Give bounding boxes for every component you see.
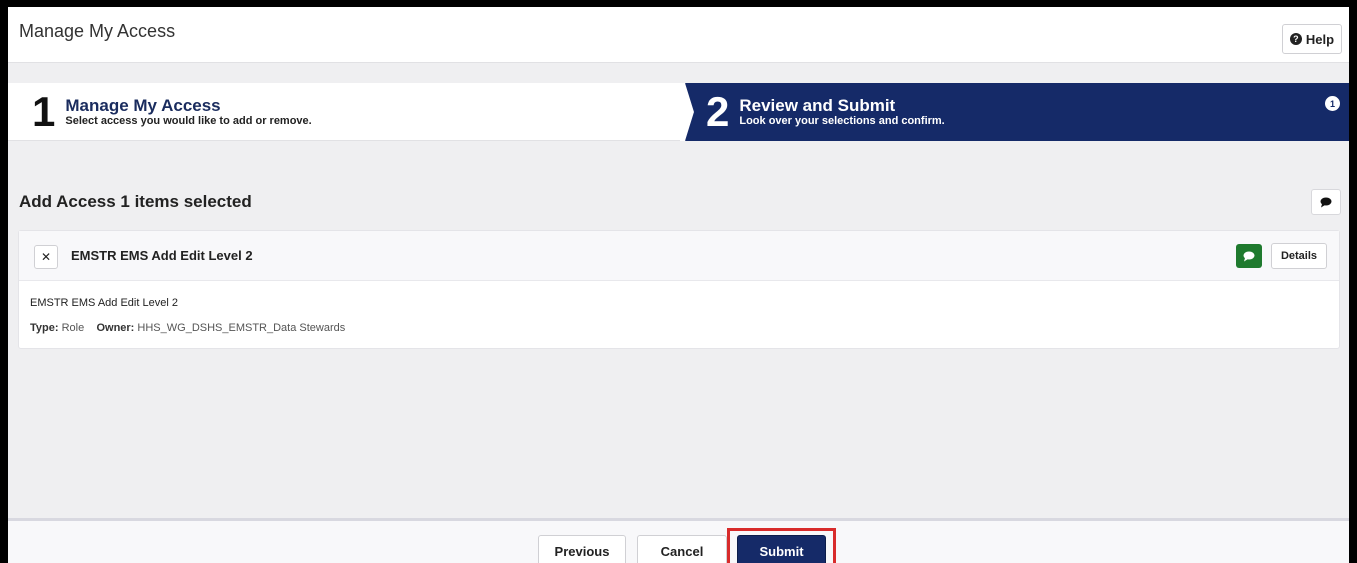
app-frame: Manage My Access ? Help 1 Manage My Acce… (8, 7, 1349, 563)
selection-count-badge: 1 (1325, 96, 1340, 111)
help-label: Help (1305, 31, 1335, 47)
owner-value: HHS_WG_DSHS_EMSTR_Data Stewards (137, 322, 346, 334)
step-subtitle: Look over your selections and confirm. (739, 114, 945, 127)
step-title: Review and Submit (739, 95, 896, 115)
section-title: Add Access 1 items selected (19, 192, 252, 211)
step-manage-access[interactable]: 1 Manage My Access Select access you wou… (8, 83, 680, 141)
step-arrow-icon (680, 83, 696, 141)
footer-bar: Previous Cancel Submit (8, 518, 1349, 563)
step-title: Manage My Access (65, 95, 221, 115)
top-bar: Manage My Access ? Help (8, 7, 1349, 63)
access-item-card: ✕ EMSTR EMS Add Edit Level 2 Details EMS… (18, 230, 1340, 349)
section-comment-button[interactable] (1311, 189, 1341, 215)
comment-icon (1243, 251, 1255, 261)
step-number: 1 (32, 88, 56, 135)
step-wizard: 1 Manage My Access Select access you wou… (8, 83, 1349, 141)
access-item-header: ✕ EMSTR EMS Add Edit Level 2 Details (19, 231, 1339, 281)
access-item-name: EMSTR EMS Add Edit Level 2 (30, 297, 178, 309)
type-value: Role (61, 322, 85, 334)
previous-button[interactable]: Previous (538, 535, 626, 563)
comment-icon (1320, 197, 1332, 207)
access-item-title: EMSTR EMS Add Edit Level 2 (71, 248, 253, 263)
access-item-meta: Type: Role Owner: HHS_WG_DSHS_EMSTR_Data… (30, 322, 345, 334)
submit-button[interactable]: Submit (737, 535, 826, 563)
remove-item-button[interactable]: ✕ (34, 245, 58, 269)
step-number: 2 (706, 88, 730, 135)
page-title: Manage My Access (19, 21, 176, 41)
close-icon: ✕ (40, 250, 52, 264)
owner-label: Owner: (96, 322, 135, 334)
step-review-submit[interactable]: 2 Review and Submit Look over your selec… (680, 83, 1349, 141)
help-button[interactable]: ? Help (1282, 24, 1342, 54)
item-comment-button[interactable] (1236, 244, 1262, 268)
question-circle-icon: ? (1289, 33, 1302, 45)
details-button[interactable]: Details (1271, 243, 1327, 269)
cancel-button[interactable]: Cancel (637, 535, 727, 563)
step-subtitle: Select access you would like to add or r… (65, 114, 312, 127)
type-label: Type: (30, 322, 59, 334)
